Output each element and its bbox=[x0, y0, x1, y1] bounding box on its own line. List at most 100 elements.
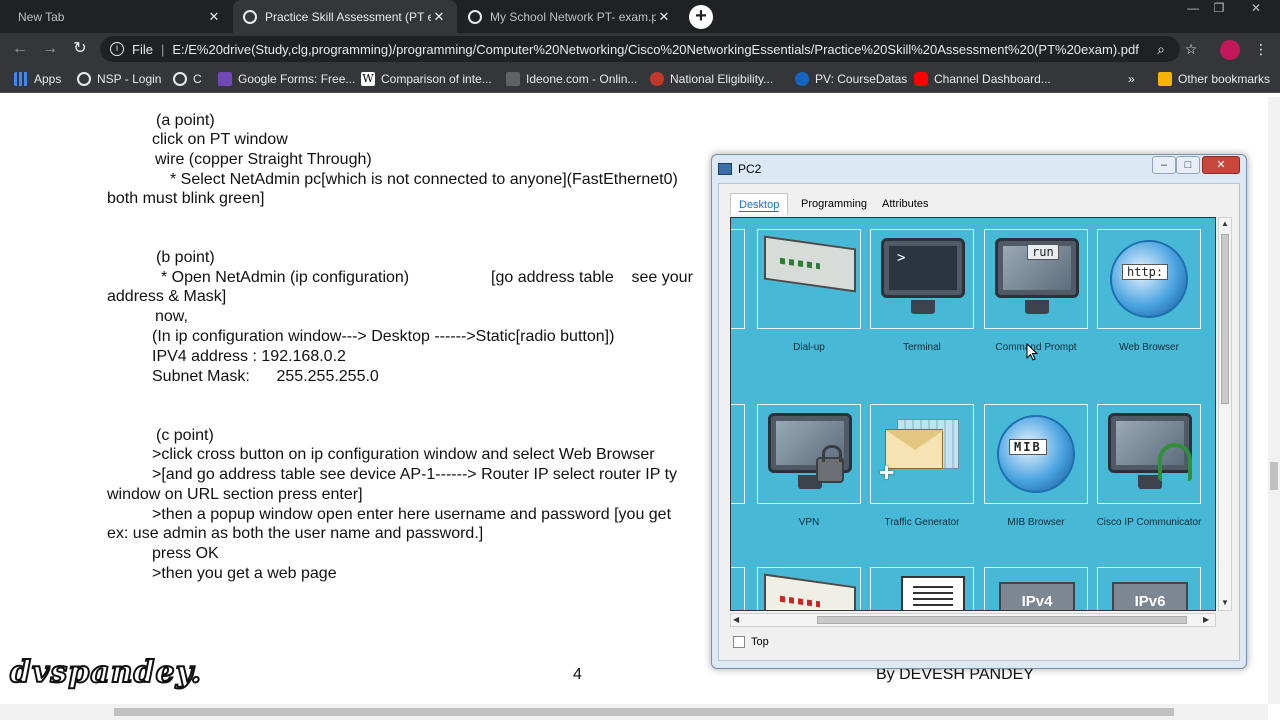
ideone-icon bbox=[506, 72, 520, 86]
bookmark-ideone[interactable]: Ideone.com - Onlin... bbox=[506, 70, 637, 88]
doc-line: now, bbox=[155, 308, 188, 325]
app-traffic-generator[interactable]: + Traffic Generator bbox=[870, 404, 974, 529]
close-icon[interactable]: ✕ bbox=[656, 9, 672, 25]
tab-new-tab[interactable]: New Tab ✕ bbox=[8, 3, 232, 31]
partial-app-tile bbox=[731, 229, 745, 329]
close-icon[interactable]: ✕ bbox=[1202, 156, 1240, 174]
more-bookmarks-chevron-icon[interactable]: » bbox=[1128, 70, 1135, 88]
nta-icon bbox=[650, 72, 664, 86]
tab-programming[interactable]: Programming bbox=[793, 193, 875, 215]
bookmark-star-icon[interactable]: ☆ bbox=[1182, 40, 1200, 58]
back-arrow-icon[interactable]: ← bbox=[11, 40, 29, 58]
app-label: Terminal bbox=[903, 342, 941, 353]
desktop-vertical-scrollbar[interactable]: ▲ ▼ bbox=[1218, 217, 1232, 611]
info-icon[interactable]: i bbox=[110, 42, 124, 56]
app-label: Traffic Generator bbox=[884, 517, 960, 528]
page-horizontal-scrollbar[interactable] bbox=[0, 704, 1268, 720]
tab-practice-skill-assessment[interactable]: Practice Skill Assessment (PT exa ✕ bbox=[233, 0, 457, 33]
app-cisco-ip-communicator[interactable]: Cisco IP Communicator bbox=[1097, 404, 1201, 529]
bookmark-nsp-login[interactable]: NSP - Login bbox=[77, 70, 161, 88]
maximize-icon[interactable]: ❐ bbox=[1208, 0, 1230, 18]
url-separator: | bbox=[160, 41, 165, 57]
scroll-left-arrow-icon[interactable]: ◀ bbox=[733, 615, 739, 624]
zoom-icon[interactable]: ⌕ bbox=[1152, 40, 1170, 58]
app-vpn[interactable]: VPN bbox=[757, 404, 861, 529]
doc-line: (b point) bbox=[156, 249, 215, 266]
app-label: Dial-up bbox=[793, 342, 825, 353]
tab-label: Attributes bbox=[882, 198, 929, 210]
url-scheme-label: File bbox=[132, 41, 153, 57]
bookmark-c[interactable]: C bbox=[173, 70, 202, 88]
other-bookmarks-folder[interactable]: Other bookmarks bbox=[1158, 70, 1270, 88]
scrollbar-thumb[interactable] bbox=[1270, 462, 1278, 490]
scroll-down-arrow-icon[interactable]: ▼ bbox=[1221, 598, 1229, 607]
scroll-up-arrow-icon[interactable]: ▲ bbox=[1221, 219, 1229, 228]
profile-avatar[interactable] bbox=[1220, 40, 1240, 60]
top-checkbox-label: Top bbox=[751, 636, 769, 648]
bookmark-channel-dashboard[interactable]: Channel Dashboard... bbox=[914, 70, 1051, 88]
apps-grid-icon bbox=[14, 72, 28, 86]
bookmarks-bar: Apps NSP - Login C Google Forms: Free...… bbox=[0, 65, 1280, 93]
bookmark-apps[interactable]: Apps bbox=[14, 70, 61, 88]
app-tile-row3-1[interactable] bbox=[757, 567, 861, 610]
menu-kebab-icon[interactable]: ⋮ bbox=[1252, 40, 1270, 58]
bookmark-pv-coursedatas[interactable]: PV: CourseDatas bbox=[795, 70, 907, 88]
tab-desktop[interactable]: Desktop bbox=[730, 193, 789, 215]
top-checkbox[interactable] bbox=[733, 636, 745, 648]
bookmark-national-eligibility[interactable]: National Eligibility... bbox=[650, 70, 773, 88]
bookmark-google-forms[interactable]: Google Forms: Free... bbox=[218, 70, 355, 88]
desktop-horizontal-scrollbar[interactable]: ◀ ▶ bbox=[730, 613, 1216, 627]
bookmark-label: National Eligibility... bbox=[670, 72, 774, 86]
window-titlebar[interactable]: PC2 bbox=[718, 159, 761, 179]
reload-icon[interactable]: ↻ bbox=[71, 40, 89, 58]
bookmark-wikipedia[interactable]: W Comparison of inte... bbox=[361, 70, 492, 88]
minimize-icon[interactable]: – bbox=[1152, 156, 1176, 174]
doc-line: * Open NetAdmin (ip configuration) bbox=[161, 269, 410, 286]
text-editor-icon bbox=[870, 567, 974, 610]
doc-line: window on URL section press enter] bbox=[107, 486, 363, 503]
tab-label: Desktop bbox=[739, 199, 780, 212]
ipv6-icon: IPv6 bbox=[1097, 567, 1201, 610]
forward-arrow-icon[interactable]: → bbox=[41, 40, 59, 58]
scroll-right-arrow-icon[interactable]: ▶ bbox=[1203, 615, 1209, 624]
window-title: PC2 bbox=[738, 162, 762, 176]
command-prompt-icon: run bbox=[984, 229, 1088, 329]
page-vertical-scrollbar[interactable] bbox=[1268, 97, 1280, 704]
app-tile-row3-4[interactable]: IPv6 bbox=[1097, 567, 1201, 610]
doc-line: IPV4 address : 192.168.0.2 bbox=[152, 348, 346, 365]
address-bar[interactable]: i File | E:/E%20drive(Study,clg,programm… bbox=[100, 36, 1180, 62]
bookmark-label: Apps bbox=[34, 72, 62, 86]
doc-line: >then you get a web page bbox=[152, 565, 337, 582]
minimize-icon[interactable]: — bbox=[1182, 0, 1204, 18]
app-tile-row3-3[interactable]: IPv4 bbox=[984, 567, 1088, 610]
doc-line: (a point) bbox=[156, 112, 215, 129]
scrollbar-thumb[interactable] bbox=[114, 708, 1174, 716]
pc-icon bbox=[718, 163, 732, 175]
scrollbar-thumb[interactable] bbox=[1221, 234, 1229, 404]
bookmark-label: PV: CourseDatas bbox=[815, 72, 908, 86]
bookmark-label: Google Forms: Free... bbox=[238, 72, 356, 86]
maximize-icon[interactable]: □ bbox=[1176, 156, 1200, 174]
scrollbar-thumb[interactable] bbox=[817, 616, 1187, 624]
web-browser-icon: http: bbox=[1097, 229, 1201, 329]
pv-icon bbox=[795, 72, 809, 86]
browser-tab-strip: New Tab ✕ Practice Skill Assessment (PT … bbox=[0, 0, 1280, 33]
app-dial-up[interactable]: Dial-up bbox=[757, 229, 861, 354]
tab-my-school-network[interactable]: My School Network PT- exam.pd ✕ bbox=[458, 3, 682, 31]
mouse-cursor-icon bbox=[1026, 343, 1038, 361]
app-web-browser[interactable]: http: Web Browser bbox=[1097, 229, 1201, 354]
top-checkbox-row[interactable]: Top bbox=[733, 636, 769, 648]
app-command-prompt[interactable]: run Command Prompt bbox=[984, 229, 1088, 354]
browser-toolbar: ← → ↻ i File | E:/E%20drive(Study,clg,pr… bbox=[0, 33, 1280, 65]
bookmark-label: Other bookmarks bbox=[1178, 72, 1271, 86]
app-mib-browser[interactable]: MIB MIB Browser bbox=[984, 404, 1088, 529]
close-window-icon[interactable]: ✕ bbox=[1245, 0, 1267, 18]
app-tile-row3-2[interactable] bbox=[870, 567, 974, 610]
bookmark-label: Channel Dashboard... bbox=[934, 72, 1051, 86]
app-terminal[interactable]: > Terminal bbox=[870, 229, 974, 354]
new-tab-button[interactable]: + bbox=[689, 5, 713, 29]
mib-browser-icon: MIB bbox=[984, 404, 1088, 504]
close-icon[interactable]: ✕ bbox=[206, 9, 222, 25]
close-icon[interactable]: ✕ bbox=[431, 9, 447, 25]
tab-attributes[interactable]: Attributes bbox=[874, 193, 936, 215]
